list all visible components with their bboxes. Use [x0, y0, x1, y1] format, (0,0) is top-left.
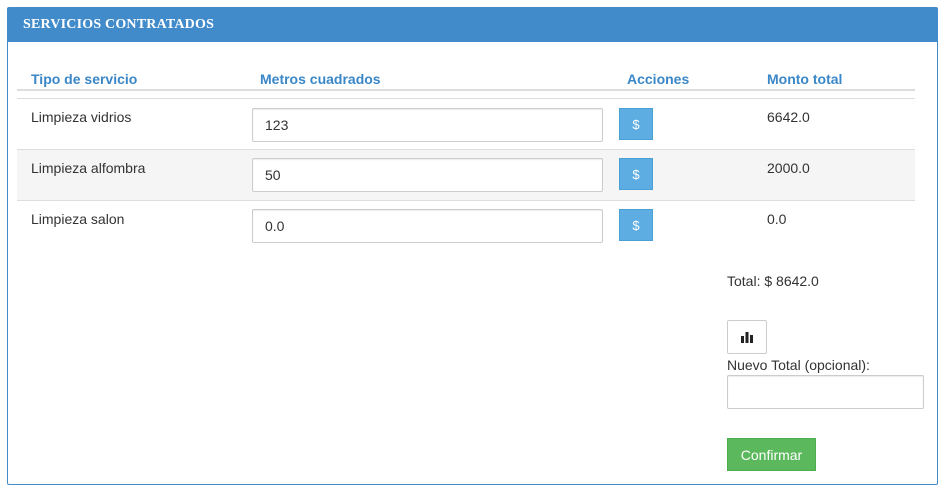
dollar-icon: $ — [632, 166, 640, 182]
column-header-tipo: Tipo de servicio — [31, 71, 138, 87]
service-name: Limpieza alfombra — [31, 160, 146, 176]
column-header-metros: Metros cuadrados — [260, 71, 381, 87]
calculate-button[interactable]: $ — [619, 108, 653, 140]
metros-input[interactable] — [252, 108, 603, 142]
confirm-button[interactable]: Confirmar — [727, 438, 816, 471]
table-row: Limpieza salon $ 0.0 — [17, 200, 915, 251]
chart-button[interactable] — [727, 320, 767, 354]
column-header-monto: Monto total — [767, 71, 843, 87]
service-name: Limpieza salon — [31, 211, 125, 227]
panel-title: SERVICIOS CONTRATADOS — [8, 8, 937, 42]
monto-value: 2000.0 — [767, 160, 810, 176]
calculate-button[interactable]: $ — [619, 158, 653, 190]
column-header-acciones: Acciones — [627, 71, 690, 87]
dollar-icon: $ — [632, 217, 640, 233]
monto-value: 0.0 — [767, 211, 787, 227]
bar-chart-icon — [741, 332, 753, 343]
nuevo-total-input[interactable] — [727, 375, 924, 409]
metros-input[interactable] — [252, 158, 603, 192]
table-row: Limpieza vidrios $ 6642.0 — [17, 98, 915, 149]
service-name: Limpieza vidrios — [31, 109, 132, 125]
header-divider — [17, 89, 915, 91]
total-amount: Total: $ 8642.0 — [727, 273, 819, 289]
dollar-icon: $ — [632, 116, 640, 132]
table-row: Limpieza alfombra $ 2000.0 — [17, 149, 915, 200]
calculate-button[interactable]: $ — [619, 209, 653, 241]
monto-value: 6642.0 — [767, 109, 810, 125]
metros-input[interactable] — [252, 209, 603, 243]
nuevo-total-label: Nuevo Total (opcional): — [727, 357, 870, 373]
